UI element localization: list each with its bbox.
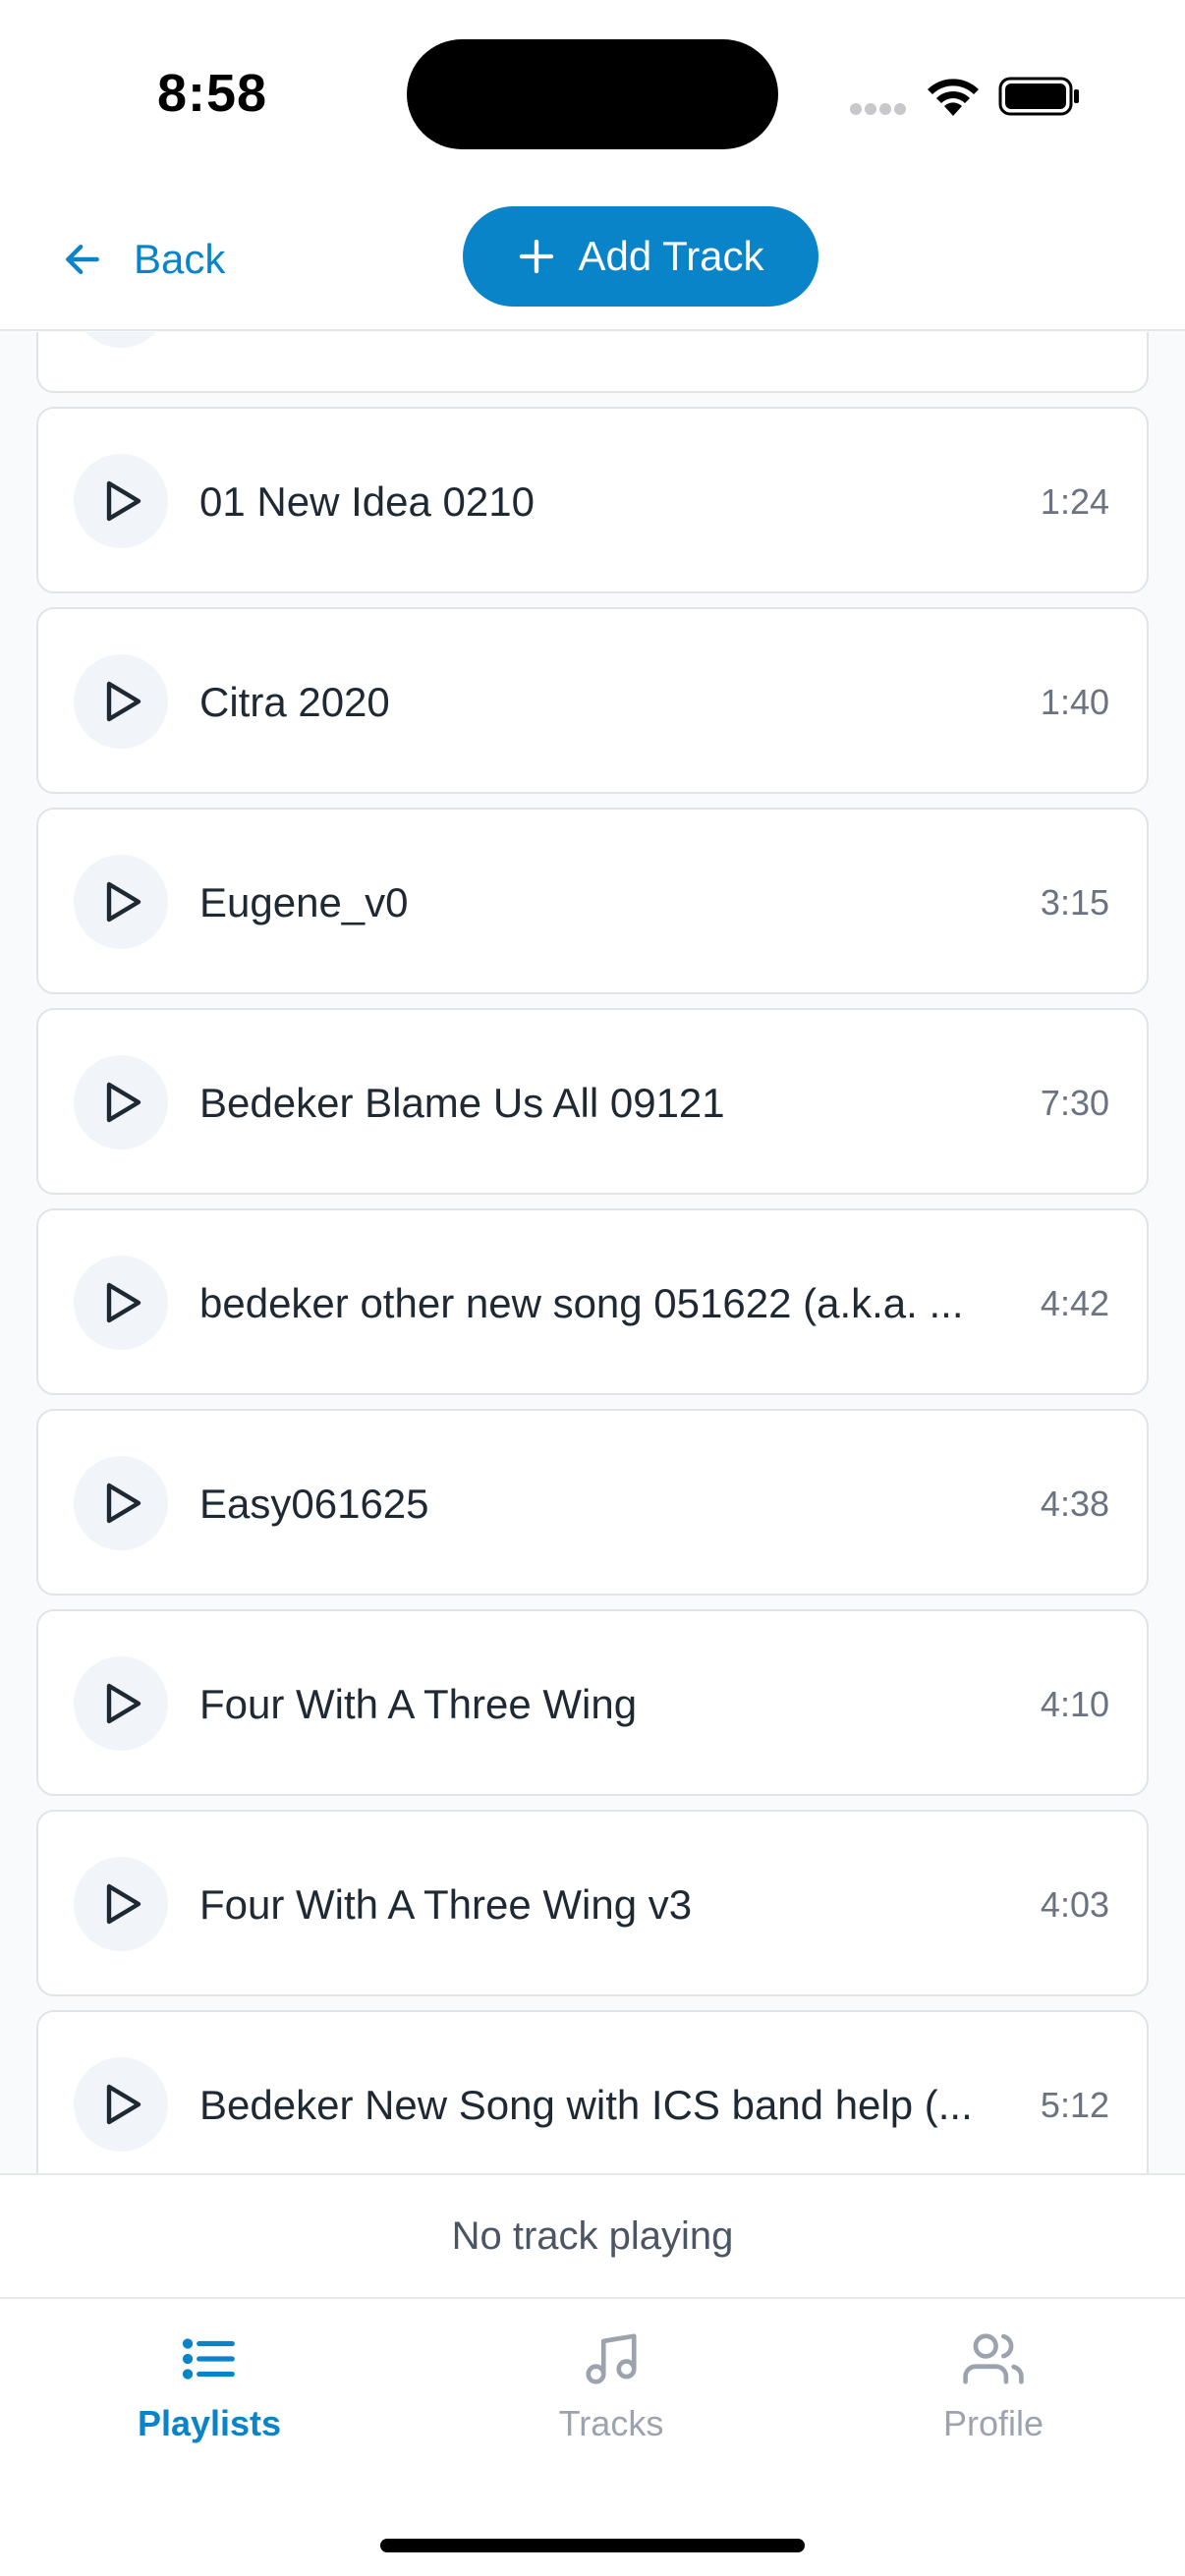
track-title: 54 - Take 3 - 211122	[199, 332, 1044, 395]
play-icon	[106, 881, 141, 923]
track-title-text: bedeker other new song 051622 (a.k.a. ..…	[199, 1280, 964, 1326]
track-duration: 7:30	[1040, 1083, 1109, 1123]
plus-icon	[520, 239, 554, 274]
play-icon	[106, 1483, 141, 1524]
track-title: Eugene_v0	[199, 810, 1044, 996]
track-row[interactable]: Citra 2020 1:40	[36, 607, 1149, 794]
track-title-text: Bedeker Blame Us All 09121	[199, 1080, 725, 1126]
play-icon	[106, 681, 141, 722]
track-duration: 2:37	[1041, 332, 1109, 395]
tab-label: Playlists	[137, 2403, 282, 2443]
play-icon	[106, 480, 141, 522]
play-button[interactable]	[74, 2057, 168, 2152]
tab-bar: Playlists Tracks Profile	[0, 2299, 1185, 2576]
track-title: Four With A Three Wing v3	[199, 1812, 1044, 1998]
back-label: Back	[134, 236, 226, 282]
play-button[interactable]	[74, 1055, 168, 1149]
track-title-text: Easy061625	[199, 1481, 429, 1527]
track-title-text: Bedeker New Song with ICS band help (...	[199, 2082, 973, 2128]
track-row[interactable]: bedeker other new song 051622 (a.k.a. ..…	[36, 1208, 1149, 1395]
track-row[interactable]: Bedeker New Song with ICS band help (...…	[36, 2010, 1149, 2173]
tab-label: Tracks	[558, 2403, 664, 2443]
track-row[interactable]: Four With A Three Wing v3 4:03	[36, 1810, 1149, 1996]
now-playing-text: No track playing	[451, 2213, 734, 2258]
add-track-button[interactable]: Add Track	[463, 206, 818, 307]
play-icon	[106, 1883, 141, 1925]
track-title-text: Four With A Three Wing v3	[199, 1881, 693, 1928]
top-nav-header: Back Add Track	[0, 196, 1185, 331]
play-icon	[106, 1282, 141, 1323]
track-title: Bedeker New Song with ICS band help (...	[199, 2012, 1044, 2173]
now-playing-bar: No track playing	[0, 2173, 1185, 2299]
home-indicator	[380, 2539, 805, 2552]
play-button[interactable]	[74, 654, 168, 749]
track-title: Bedeker Blame Us All 09121	[199, 1010, 1044, 1197]
track-title-text: Eugene_v0	[199, 879, 409, 925]
status-bar: 8:58	[0, 0, 1185, 196]
users-icon	[963, 2333, 1024, 2384]
track-title: Citra 2020	[199, 609, 1044, 796]
play-icon	[106, 2084, 141, 2125]
track-row[interactable]: Four With A Three Wing 4:10	[36, 1609, 1149, 1796]
wifi-icon	[928, 79, 979, 116]
track-title: Easy061625	[199, 1411, 1044, 1597]
track-title: bedeker other new song 051622 (a.k.a. ..…	[199, 1210, 1044, 1397]
track-title-text: Citra 2020	[199, 679, 390, 725]
track-row[interactable]: 01 New Idea 0210 1:24	[36, 407, 1149, 593]
track-row[interactable]: Eugene_v0 3:15	[36, 808, 1149, 994]
back-button[interactable]: Back	[61, 230, 225, 289]
tab-tracks[interactable]: Tracks	[493, 2328, 729, 2456]
track-title-text: Four With A Three Wing	[199, 1681, 638, 1727]
dynamic-island	[407, 39, 778, 149]
track-list[interactable]: 54 - Take 3 - 2111222:37 01 New Idea 0210…	[0, 332, 1185, 2173]
play-button[interactable]	[74, 1256, 168, 1350]
battery-icon	[998, 77, 1079, 116]
cellular-signal-icon	[850, 103, 906, 115]
tab-label: Profile	[942, 2403, 1044, 2443]
play-button[interactable]	[74, 855, 168, 949]
track-row[interactable]: Bedeker Blame Us All 09121 7:30	[36, 1008, 1149, 1195]
tab-profile[interactable]: Profile	[875, 2328, 1111, 2456]
status-time: 8:58	[157, 64, 268, 123]
tab-playlists[interactable]: Playlists	[91, 2328, 327, 2456]
add-track-label: Add Track	[578, 233, 764, 279]
play-button[interactable]	[74, 454, 168, 548]
play-button[interactable]	[74, 1857, 168, 1951]
play-button[interactable]	[74, 1656, 168, 1751]
play-button[interactable]	[74, 1456, 168, 1550]
arrow-left-icon	[66, 244, 99, 275]
music-note-icon	[586, 2333, 637, 2384]
track-duration: 1:40	[1040, 682, 1109, 722]
track-title-text: 01 New Idea 0210	[199, 478, 535, 525]
track-duration: 5:12	[1040, 2085, 1109, 2125]
track-duration: 1:24	[1040, 481, 1109, 522]
track-title: 01 New Idea 0210	[199, 409, 1044, 595]
track-duration: 3:15	[1040, 882, 1109, 923]
track-row[interactable]: Easy061625 4:38	[36, 1409, 1149, 1596]
track-duration: 4:03	[1040, 1884, 1109, 1925]
track-duration: 4:10	[1040, 1684, 1109, 1724]
track-row[interactable]: 54 - Take 3 - 2111222:37	[36, 332, 1149, 393]
track-duration: 4:38	[1040, 1484, 1109, 1524]
list-icon	[182, 2338, 235, 2380]
track-title: Four With A Three Wing	[199, 1611, 1044, 1798]
play-icon	[106, 1683, 141, 1724]
track-duration: 4:42	[1040, 1283, 1109, 1323]
play-icon	[106, 1082, 141, 1123]
play-button[interactable]	[74, 332, 168, 348]
